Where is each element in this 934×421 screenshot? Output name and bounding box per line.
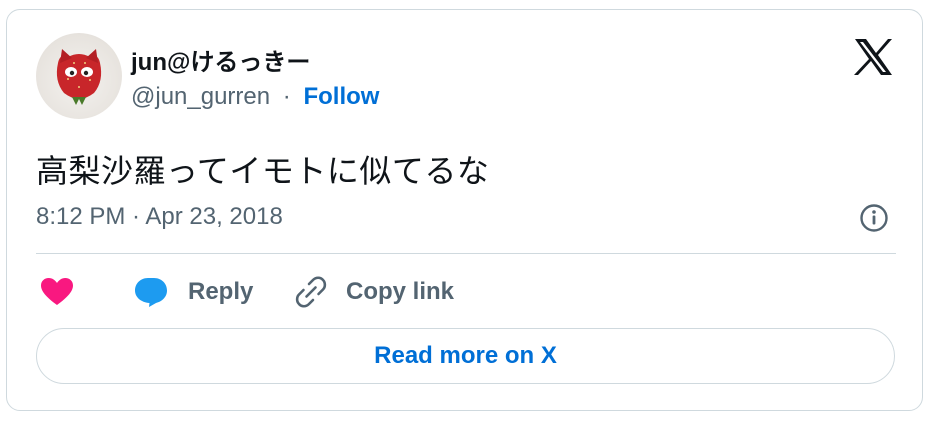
- tweet-card: jun@けるっきー @jun_gurren · Follow 高梨沙羅ってイモト…: [6, 9, 923, 411]
- tweet-text: 高梨沙羅ってイモトに似てるな: [36, 153, 490, 189]
- link-icon: [295, 276, 327, 308]
- read-more-button[interactable]: Read more on X: [36, 328, 895, 384]
- tweet-timestamp[interactable]: 8:12 PM · Apr 23, 2018: [36, 203, 283, 231]
- read-more-label: Read more on X: [374, 342, 557, 369]
- divider: [36, 253, 896, 254]
- x-logo-icon[interactable]: [853, 38, 893, 76]
- separator-dot: ·: [282, 83, 291, 110]
- speech-bubble-icon: [135, 278, 167, 307]
- handle-row: @jun_gurren · Follow: [131, 83, 379, 111]
- heart-icon: [41, 278, 73, 305]
- reply-label: Reply: [188, 278, 254, 305]
- reply-button[interactable]: Reply: [134, 272, 253, 312]
- copy-link-button[interactable]: Copy link: [294, 272, 454, 312]
- follow-button[interactable]: Follow: [303, 83, 379, 110]
- like-button[interactable]: [40, 272, 74, 312]
- author-handle[interactable]: @jun_gurren: [131, 83, 270, 110]
- avatar[interactable]: [36, 33, 122, 119]
- info-icon[interactable]: [859, 203, 889, 233]
- strawberry-cat-avatar-icon: [56, 49, 102, 105]
- author-name[interactable]: jun@けるっきー: [131, 42, 310, 77]
- copy-link-label: Copy link: [346, 278, 455, 305]
